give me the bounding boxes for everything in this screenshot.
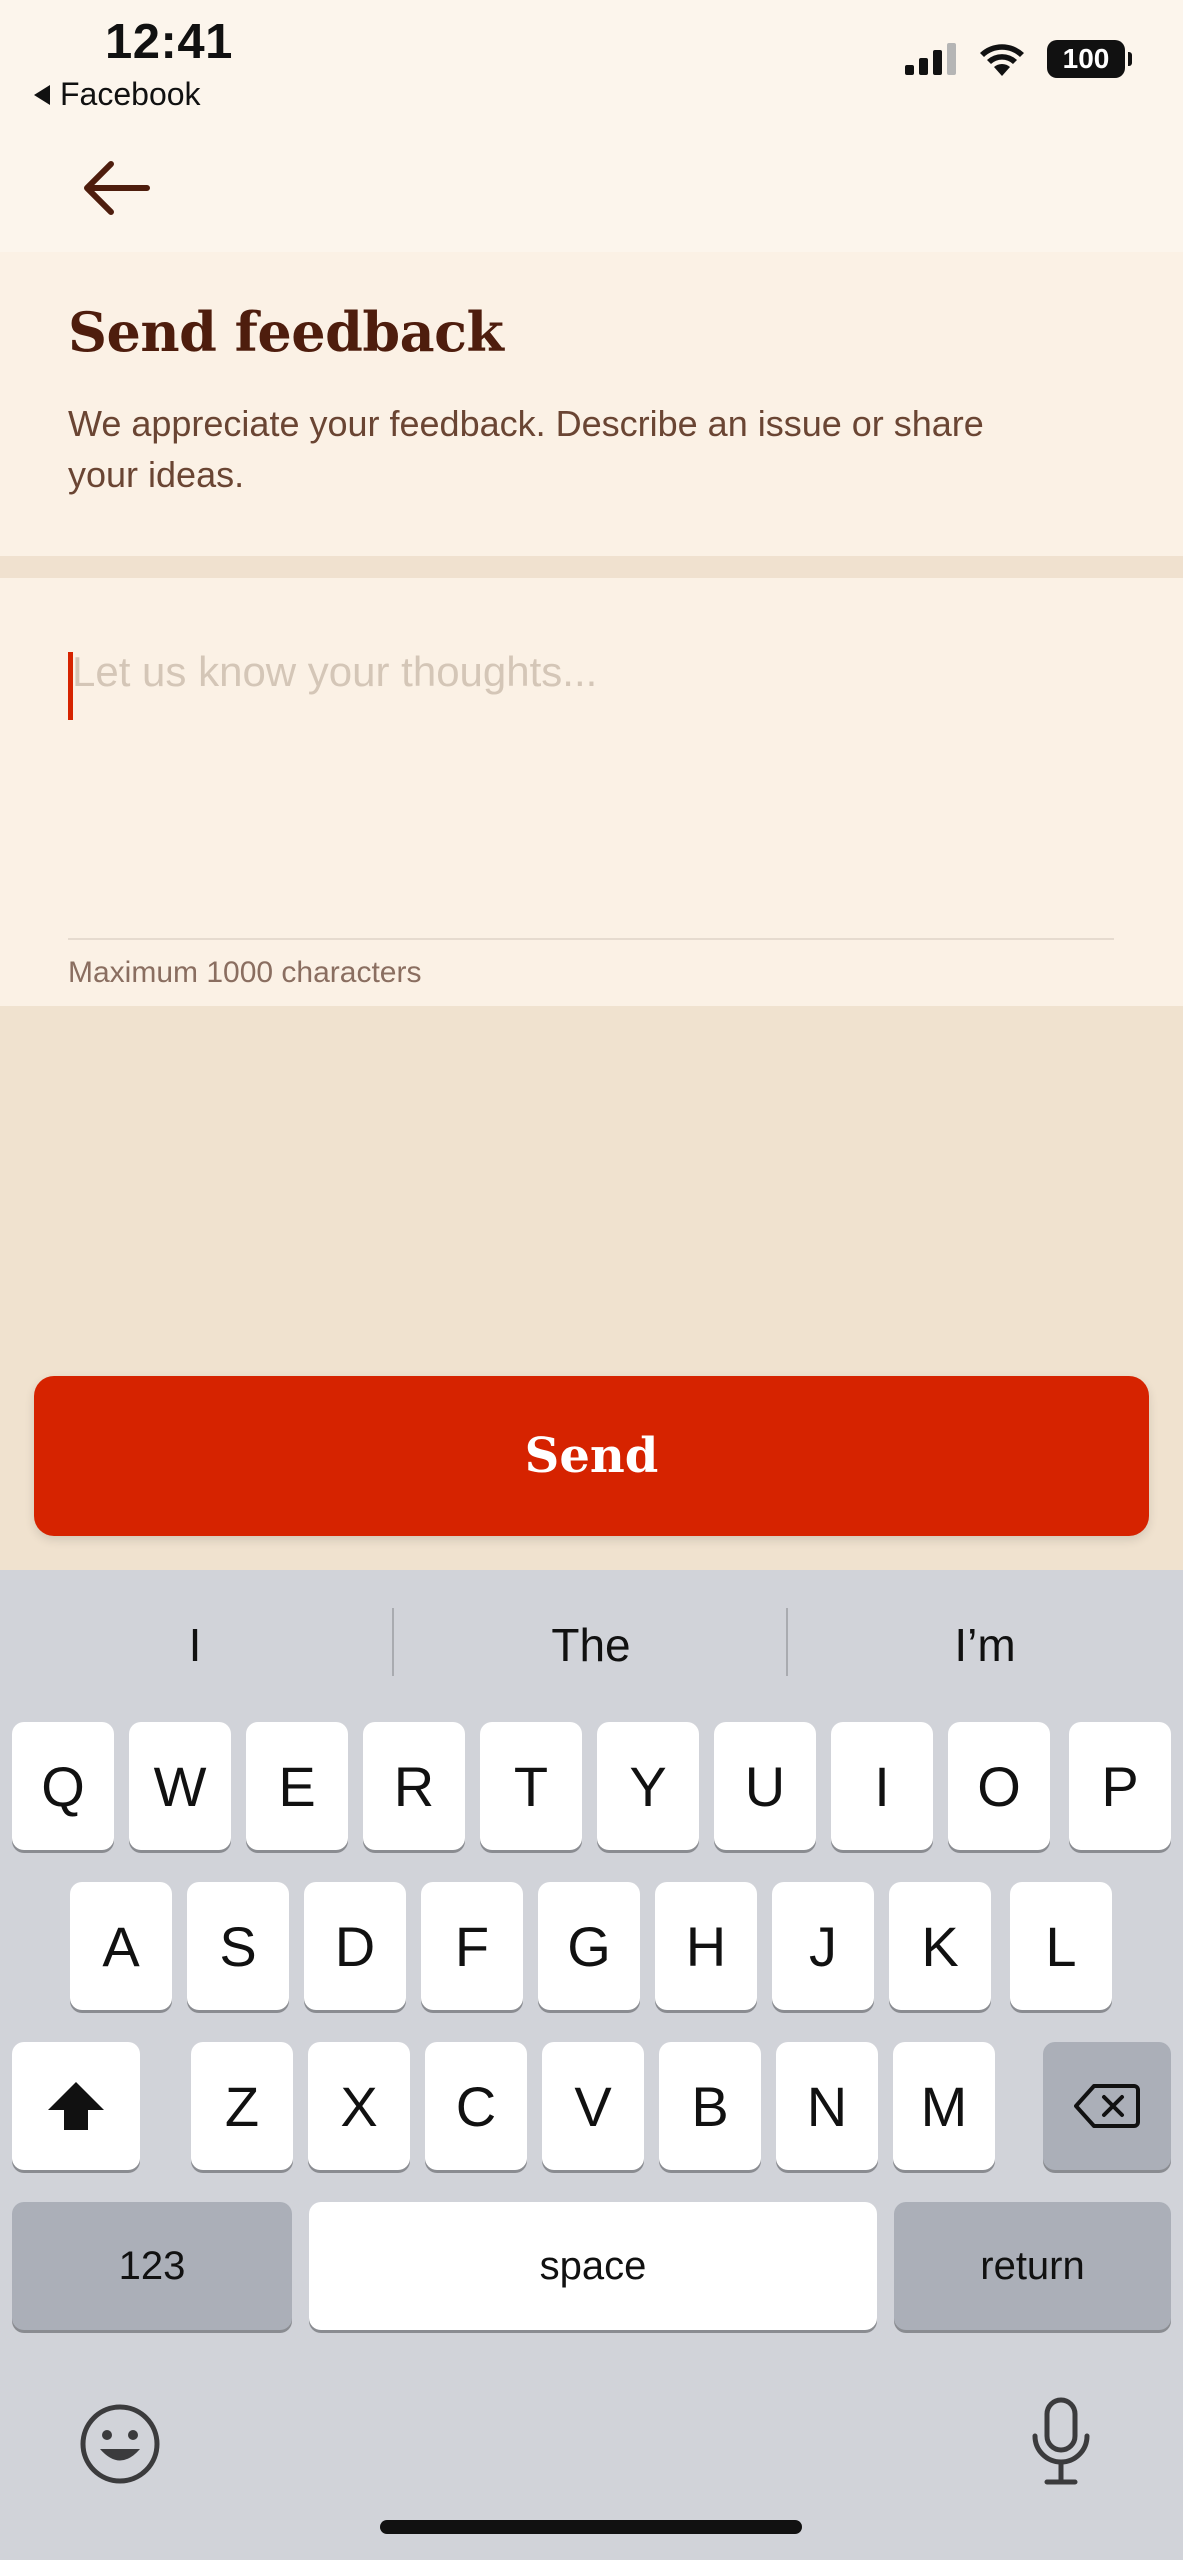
key-f[interactable]: F bbox=[421, 1882, 523, 2010]
input-underline bbox=[68, 938, 1114, 940]
back-triangle-icon bbox=[34, 84, 50, 105]
back-button[interactable] bbox=[68, 148, 164, 228]
key-n[interactable]: N bbox=[776, 2042, 878, 2170]
emoji-icon bbox=[80, 2404, 160, 2484]
key-r[interactable]: R bbox=[363, 1722, 465, 1850]
key-h[interactable]: H bbox=[655, 1882, 757, 2010]
shift-arrow-icon bbox=[48, 2082, 104, 2130]
key-p[interactable]: P bbox=[1069, 1722, 1171, 1850]
key-q[interactable]: Q bbox=[12, 1722, 114, 1850]
key-g[interactable]: G bbox=[538, 1882, 640, 2010]
suggestion-item[interactable]: I’m bbox=[790, 1590, 1180, 1700]
battery-level: 100 bbox=[1062, 43, 1110, 74]
suggestion-divider bbox=[392, 1608, 394, 1676]
space-key[interactable]: space bbox=[309, 2202, 877, 2330]
suggestion-divider bbox=[786, 1608, 788, 1676]
back-app-label: Facebook bbox=[60, 76, 201, 112]
dictation-button[interactable] bbox=[1028, 2396, 1094, 2488]
key-w[interactable]: W bbox=[129, 1722, 231, 1850]
battery-icon: 100 bbox=[1047, 40, 1132, 78]
key-b[interactable]: B bbox=[659, 2042, 761, 2170]
backspace-icon bbox=[1074, 2084, 1140, 2128]
feedback-screen: 12:41 Facebook 100 Send feedback We appr… bbox=[0, 0, 1183, 2560]
key-t[interactable]: T bbox=[480, 1722, 582, 1850]
key-m[interactable]: M bbox=[893, 2042, 995, 2170]
key-e[interactable]: E bbox=[246, 1722, 348, 1850]
key-s[interactable]: S bbox=[187, 1882, 289, 2010]
microphone-icon bbox=[1032, 2397, 1090, 2485]
suggestion-item[interactable]: I bbox=[0, 1590, 390, 1700]
key-d[interactable]: D bbox=[304, 1882, 406, 2010]
delete-key[interactable] bbox=[1043, 2042, 1171, 2170]
send-button[interactable]: Send bbox=[34, 1376, 1149, 1536]
back-to-app-link[interactable]: Facebook bbox=[34, 76, 201, 113]
key-x[interactable]: X bbox=[308, 2042, 410, 2170]
shift-key[interactable] bbox=[12, 2042, 140, 2170]
home-indicator bbox=[380, 2520, 802, 2534]
cellular-signal-icon bbox=[905, 43, 956, 75]
key-y[interactable]: Y bbox=[597, 1722, 699, 1850]
status-icons: 100 bbox=[905, 40, 1132, 78]
suggestion-item[interactable]: The bbox=[396, 1590, 786, 1700]
return-key[interactable]: return bbox=[894, 2202, 1171, 2330]
suggestion-bar: I The I’m bbox=[0, 1590, 1183, 1700]
numbers-key[interactable]: 123 bbox=[12, 2202, 292, 2330]
key-l[interactable]: L bbox=[1010, 1882, 1112, 2010]
key-c[interactable]: C bbox=[425, 2042, 527, 2170]
wifi-icon bbox=[980, 44, 1024, 76]
key-j[interactable]: J bbox=[772, 1882, 874, 2010]
key-i[interactable]: I bbox=[831, 1722, 933, 1850]
key-k[interactable]: K bbox=[889, 1882, 991, 2010]
arrow-left-icon bbox=[84, 161, 150, 215]
key-u[interactable]: U bbox=[714, 1722, 816, 1850]
key-o[interactable]: O bbox=[948, 1722, 1050, 1850]
feedback-textarea[interactable] bbox=[68, 648, 1114, 878]
status-time: 12:41 bbox=[105, 15, 233, 69]
page-subtitle: We appreciate your feedback. Describe an… bbox=[68, 403, 984, 495]
key-v[interactable]: V bbox=[542, 2042, 644, 2170]
key-z[interactable]: Z bbox=[191, 2042, 293, 2170]
section-divider bbox=[0, 556, 1183, 578]
emoji-button[interactable] bbox=[78, 2402, 162, 2486]
page-title: Send feedback bbox=[68, 300, 504, 364]
character-limit-hint: Maximum 1000 characters bbox=[68, 956, 422, 989]
key-a[interactable]: A bbox=[70, 1882, 172, 2010]
